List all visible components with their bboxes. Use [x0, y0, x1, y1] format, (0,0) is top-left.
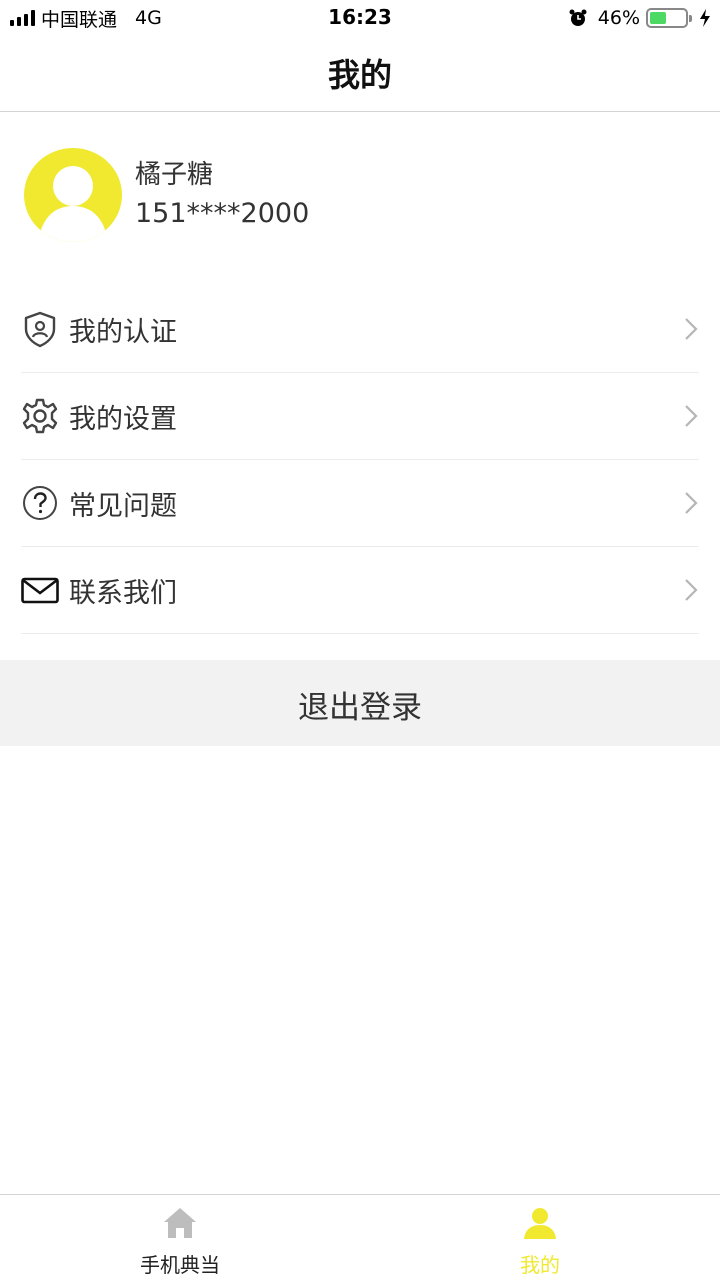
battery-percent: 46% [597, 7, 640, 29]
charging-icon [700, 9, 710, 27]
logout-button[interactable]: 退出登录 [0, 660, 720, 746]
menu-item-faq[interactable]: 常见问题 [21, 460, 699, 547]
logout-label: 退出登录 [298, 690, 422, 726]
profile-name: 橘子糖 [135, 160, 214, 190]
nav-bar: 我的 [0, 36, 720, 112]
menu-item-contact[interactable]: 联系我们 [21, 547, 699, 634]
menu-item-settings[interactable]: 我的设置 [21, 373, 699, 460]
chevron-right-icon [685, 405, 698, 427]
chevron-right-icon [685, 492, 698, 514]
avatar[interactable] [24, 148, 122, 242]
menu-label: 联系我们 [69, 578, 177, 609]
tab-me-label: 我的 [520, 1253, 560, 1277]
question-icon [23, 486, 57, 520]
home-icon [164, 1208, 196, 1238]
battery-fill [650, 12, 666, 24]
chevron-right-icon [685, 579, 698, 601]
menu-list: 我的认证 我的设置 常见问题 联系我们 [0, 286, 720, 634]
person-icon [524, 1208, 556, 1239]
menu-item-verification[interactable]: 我的认证 [21, 286, 699, 373]
menu-label: 常见问题 [69, 491, 177, 522]
menu-label: 我的认证 [69, 317, 177, 348]
tab-home-label: 手机典当 [140, 1253, 220, 1277]
chevron-right-icon [685, 318, 698, 340]
tab-bar: 手机典当 我的 [0, 1194, 720, 1280]
menu-label: 我的设置 [69, 404, 177, 435]
status-bar: 中国联通 4G 16:23 46% [0, 0, 720, 36]
avatar-person-icon [38, 166, 108, 242]
status-right: 46% [568, 5, 712, 31]
shield-user-icon [24, 311, 56, 348]
profile-header[interactable]: 橘子糖 151****2000 [24, 148, 684, 244]
tab-me[interactable]: 我的 [360, 1195, 720, 1280]
tab-home[interactable]: 手机典当 [0, 1195, 360, 1280]
page-title: 我的 [327, 56, 392, 94]
alarm-icon [569, 9, 587, 26]
profile-phone: 151****2000 [135, 198, 310, 229]
mail-icon [21, 577, 59, 604]
battery-icon [646, 8, 692, 28]
gear-icon [22, 398, 58, 434]
